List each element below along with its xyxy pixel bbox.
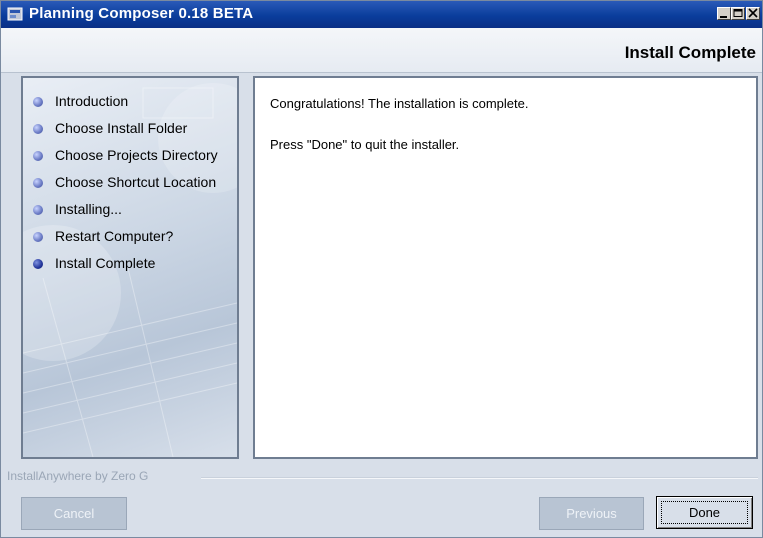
cancel-button[interactable]: Cancel: [21, 497, 127, 530]
close-icon: [748, 8, 758, 18]
step-label: Choose Install Folder: [55, 120, 188, 136]
maximize-button[interactable]: [731, 7, 745, 20]
step-bullet-icon: [33, 97, 43, 107]
done-button[interactable]: Done: [656, 496, 753, 529]
steps-panel: Introduction Choose Install Folder Choose …: [21, 76, 239, 459]
maximize-icon: [733, 9, 743, 17]
quit-instruction: Press "Done" to quit the installer.: [270, 137, 460, 152]
window-title: Planning Composer 0.18 BETA: [29, 5, 254, 22]
content-panel: Congratulations! The installation is com…: [253, 76, 758, 459]
step-bullet-icon: [33, 151, 43, 161]
step-label: Choose Projects Directory: [55, 147, 218, 163]
minimize-button[interactable]: [717, 7, 731, 20]
step-label: Choose Shortcut Location: [55, 174, 217, 190]
step-bullet-icon: [33, 178, 43, 188]
close-button[interactable]: [746, 7, 760, 20]
page-header: Install Complete: [1, 28, 762, 73]
step-label: Installing...: [55, 201, 122, 217]
page-title: Install Complete: [624, 43, 756, 62]
installer-app-icon: [7, 7, 23, 21]
completion-message: Congratulations! The installation is com…: [270, 96, 529, 111]
current-step-bullet-icon: [33, 259, 43, 269]
focus-indicator: [661, 501, 748, 524]
minimize-icon: [720, 16, 727, 18]
step-label: Introduction: [55, 93, 129, 109]
step-bullet-icon: [33, 232, 43, 242]
step-label: Restart Computer?: [55, 228, 174, 244]
installer-window: Planning Composer 0.18 BETA Install Comp…: [0, 0, 763, 538]
footer-divider: [201, 477, 758, 479]
title-bar[interactable]: Planning Composer 0.18 BETA: [1, 1, 762, 28]
step-bullet-icon: [33, 205, 43, 215]
step-label: Install Complete: [55, 255, 156, 271]
step-bullet-icon: [33, 124, 43, 134]
vendor-label: InstallAnywhere by Zero G: [7, 469, 149, 483]
previous-button[interactable]: Previous: [539, 497, 644, 530]
